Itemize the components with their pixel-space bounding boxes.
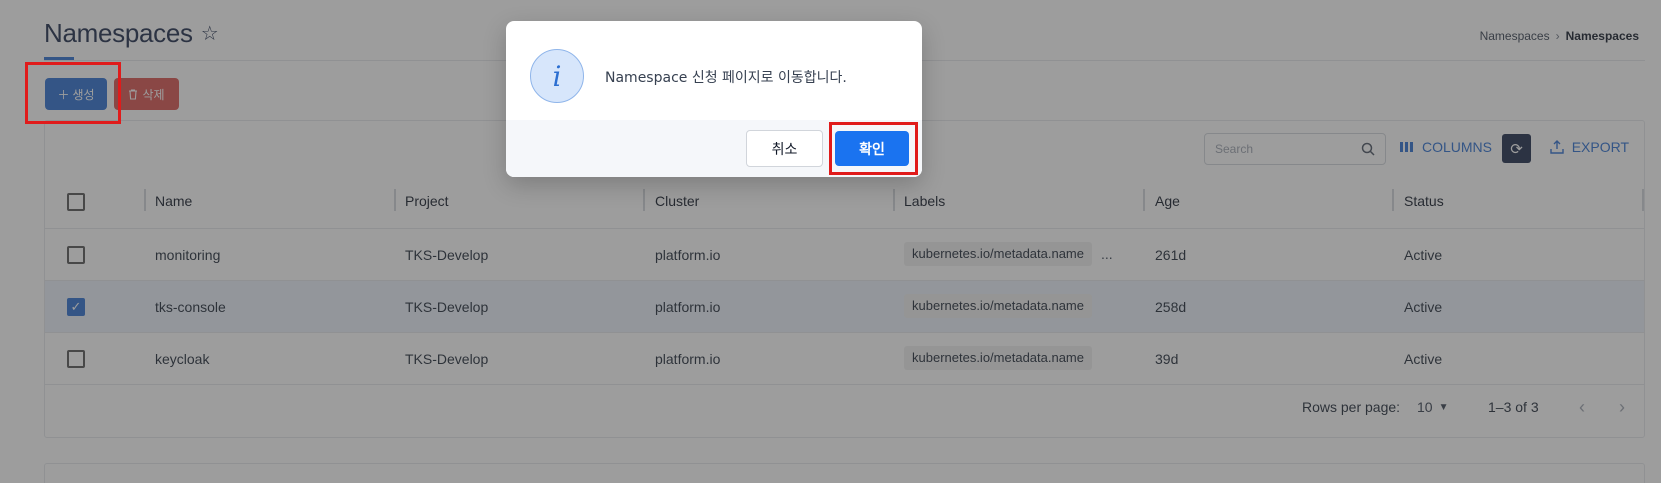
dialog-body: i Namespace 신청 페이지로 이동합니다. <box>506 21 922 120</box>
highlight-create-button <box>25 62 121 124</box>
info-icon: i <box>530 49 584 103</box>
dialog-message: Namespace 신청 페이지로 이동합니다. <box>605 70 847 86</box>
highlight-confirm-button <box>829 122 918 175</box>
cancel-button[interactable]: 취소 <box>746 130 823 167</box>
